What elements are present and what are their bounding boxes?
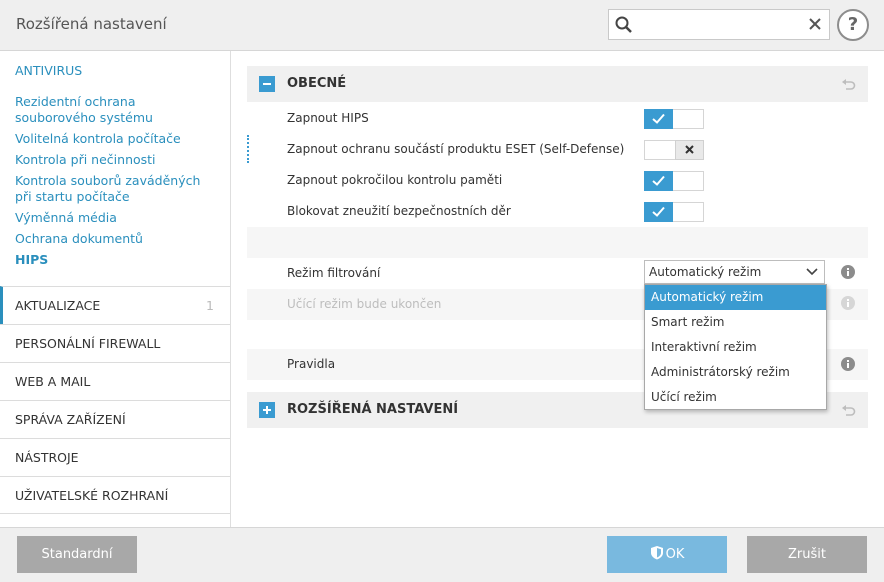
standard-button[interactable]: Standardní	[17, 536, 137, 573]
expand-icon[interactable]	[259, 402, 275, 418]
sidebar-item-realtime-protection[interactable]: Rezidentní ochrana souborového systému	[15, 94, 220, 126]
check-icon	[652, 206, 665, 217]
setting-label: Učící režim bude ukončen	[287, 297, 442, 311]
setting-row-self-defense: Zapnout ochranu součástí produktu ESET (…	[247, 134, 868, 165]
dropdown-option-learning[interactable]: Učící režim	[645, 385, 826, 410]
check-icon	[652, 113, 665, 124]
title-bar: Rozšířená nastavení ?	[0, 0, 884, 51]
sidebar-section-device-control[interactable]: SPRÁVA ZAŘÍZENÍ	[0, 400, 230, 438]
setting-row-advanced-memory-scanner: Zapnout pokročilou kontrolu paměti	[247, 165, 868, 196]
sidebar-item-hips[interactable]: HIPS	[15, 252, 220, 268]
setting-row-enable-hips: Zapnout HIPS	[247, 103, 868, 134]
ok-button[interactable]: OK	[607, 536, 727, 573]
setting-label: Zapnout pokročilou kontrolu paměti	[287, 173, 503, 187]
spacer-row	[247, 227, 868, 258]
chevron-down-icon	[806, 268, 818, 276]
filter-mode-dropdown: Automatický režim Smart režim Interaktiv…	[644, 284, 827, 410]
section-label: SPRÁVA ZAŘÍZENÍ	[15, 412, 126, 427]
main-panel: OBECNÉ Zapnout HIPS Zapnout ochranu souč…	[231, 51, 884, 527]
ok-label: OK	[665, 547, 685, 562]
info-icon[interactable]	[841, 296, 855, 310]
cancel-button[interactable]: Zrušit	[747, 536, 867, 573]
enable-hips-toggle[interactable]	[644, 109, 704, 129]
revert-icon[interactable]	[840, 402, 856, 418]
sidebar: ANTIVIRUS Rezidentní ochrana souborového…	[0, 51, 231, 527]
info-icon[interactable]	[841, 265, 855, 279]
section-label: AKTUALIZACE	[15, 298, 101, 313]
clear-icon[interactable]	[807, 16, 823, 32]
setting-label: Blokovat zneužití bezpečnostních děr	[287, 204, 511, 218]
search-box[interactable]	[608, 9, 830, 40]
advanced-section-title: ROZŠÍŘENÁ NASTAVENÍ	[287, 402, 459, 417]
setting-label: Zapnout HIPS	[287, 111, 369, 125]
sidebar-item-startup-scan[interactable]: Kontrola souborů zaváděných při startu p…	[15, 173, 220, 205]
exploit-blocker-toggle[interactable]	[644, 202, 704, 222]
sidebar-item-custom-scan[interactable]: Volitelná kontrola počítače	[15, 131, 220, 147]
sidebar-item-idle-scan[interactable]: Kontrola při nečinnosti	[15, 152, 220, 168]
section-label: UŽIVATELSKÉ ROZHRANÍ	[15, 488, 169, 503]
setting-label: Zapnout ochranu součástí produktu ESET (…	[287, 142, 625, 156]
setting-label: Pravidla	[287, 357, 336, 371]
collapse-icon[interactable]	[259, 76, 275, 92]
dropdown-option-smart[interactable]: Smart režim	[645, 310, 826, 335]
section-label: PERSONÁLNÍ FIREWALL	[15, 336, 161, 351]
revert-icon[interactable]	[840, 76, 856, 92]
sidebar-section-user-interface[interactable]: UŽIVATELSKÉ ROZHRANÍ	[0, 476, 230, 514]
sidebar-section-web-mail[interactable]: WEB A MAIL	[0, 362, 230, 400]
search-icon	[615, 16, 632, 33]
sidebar-section-tools[interactable]: NÁSTROJE	[0, 438, 230, 476]
setting-label: Režim filtrování	[287, 266, 381, 280]
setting-row-exploit-blocker: Blokovat zneužití bezpečnostních děr	[247, 196, 868, 227]
footer-bar: Standardní OK Zrušit	[0, 527, 884, 582]
self-defense-toggle[interactable]	[644, 140, 704, 160]
sidebar-section-update[interactable]: AKTUALIZACE 1	[0, 286, 230, 324]
check-icon	[652, 175, 665, 186]
filter-mode-select[interactable]: Automatický režim	[644, 260, 825, 284]
info-icon[interactable]	[841, 357, 855, 371]
sidebar-item-document-protection[interactable]: Ochrana dokumentů	[15, 231, 220, 247]
search-input[interactable]	[639, 14, 799, 36]
window-title: Rozšířená nastavení	[16, 15, 167, 33]
sidebar-sub-list: Rezidentní ochrana souborového systému V…	[15, 94, 220, 273]
general-section-header[interactable]: OBECNÉ	[247, 66, 868, 102]
cross-icon	[685, 145, 694, 154]
section-count-badge: 1	[206, 298, 214, 313]
shield-icon	[650, 546, 663, 560]
sidebar-section-firewall[interactable]: PERSONÁLNÍ FIREWALL	[0, 324, 230, 362]
section-label: NÁSTROJE	[15, 450, 79, 465]
select-value: Automatický režim	[649, 265, 762, 279]
advanced-memory-scanner-toggle[interactable]	[644, 171, 704, 191]
dropdown-option-policy[interactable]: Administrátorský režim	[645, 360, 826, 385]
help-button[interactable]: ?	[837, 9, 869, 41]
sidebar-heading-antivirus[interactable]: ANTIVIRUS	[15, 63, 82, 78]
general-section-title: OBECNÉ	[287, 76, 347, 91]
dropdown-option-interactive[interactable]: Interaktivní režim	[645, 335, 826, 360]
dropdown-option-automatic[interactable]: Automatický režim	[645, 285, 826, 310]
section-label: WEB A MAIL	[15, 374, 91, 389]
sidebar-item-removable-media[interactable]: Výměnná média	[15, 210, 220, 226]
